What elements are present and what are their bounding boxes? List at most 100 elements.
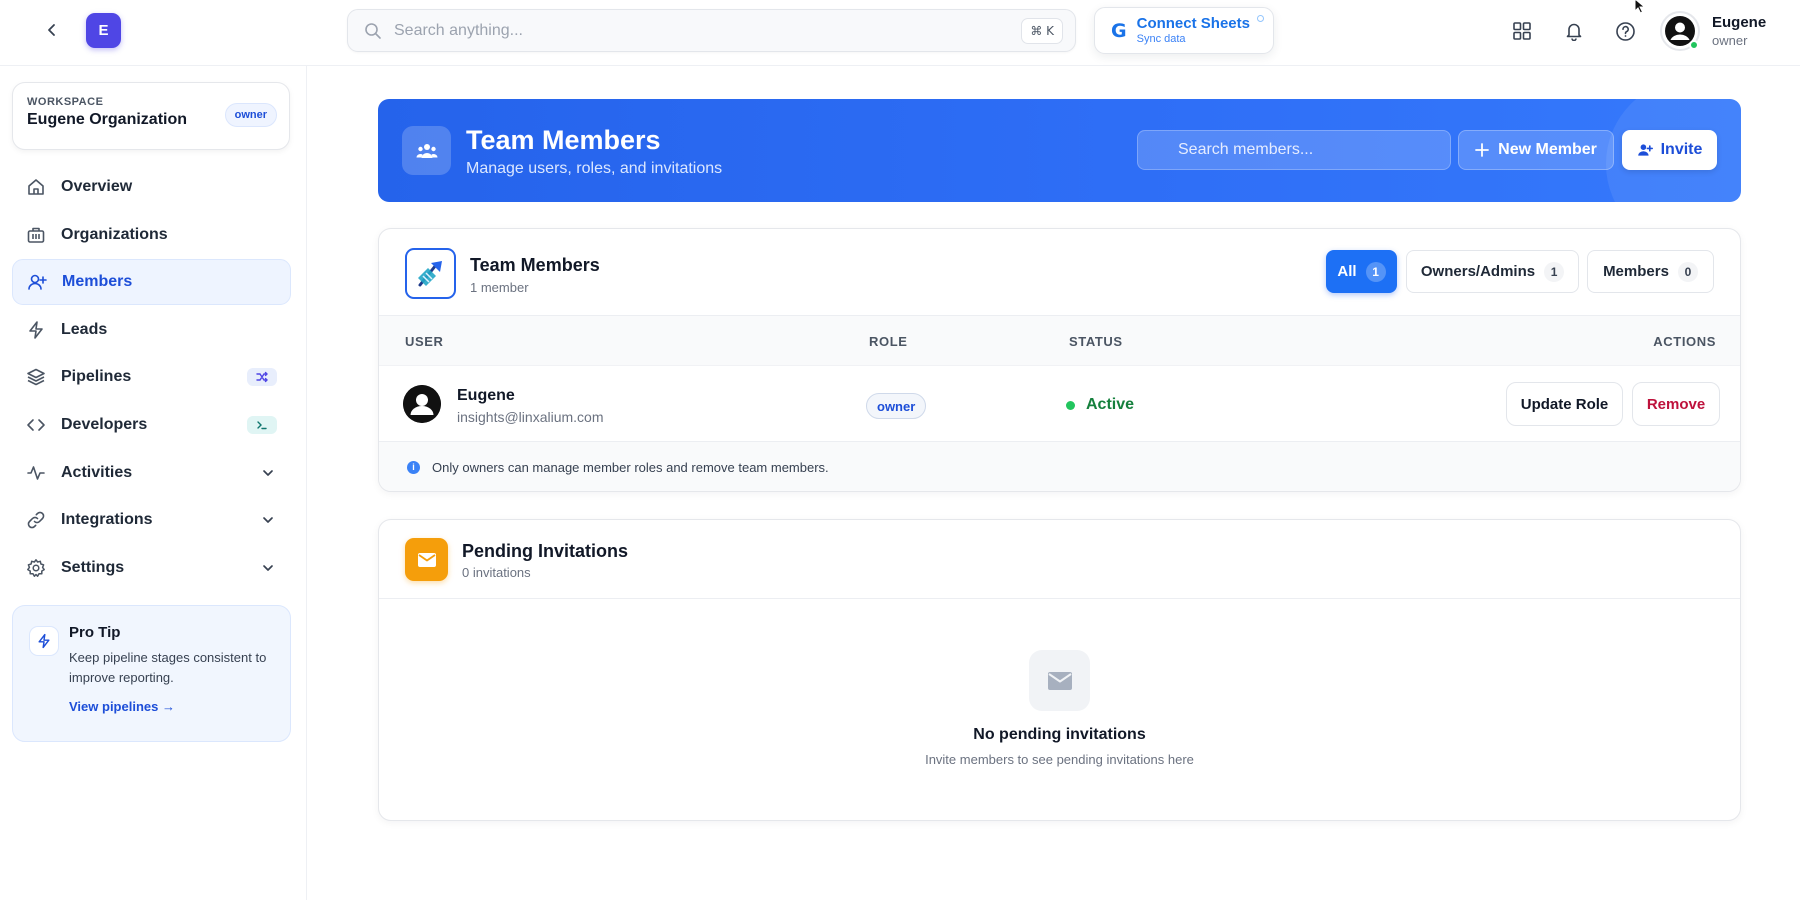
new-member-button[interactable]: New Member	[1458, 130, 1614, 170]
filter-all-button[interactable]: All 1	[1326, 250, 1397, 293]
pro-tip-card: Pro Tip Keep pipeline stages consistent …	[12, 605, 291, 742]
invite-label: Invite	[1660, 141, 1703, 158]
terminal-icon	[247, 415, 277, 434]
user-avatar-icon	[403, 385, 441, 423]
column-header-user: USER	[405, 334, 444, 349]
members-card-title: Team Members	[470, 255, 600, 275]
sidebar-item-integrations[interactable]: Integrations	[12, 497, 291, 543]
sidebar-item-label: Organizations	[61, 225, 168, 243]
members-card-header: Team Members 1 member All 1 Owners/Admin…	[379, 229, 1740, 316]
filter-owners-admins-button[interactable]: Owners/Admins 1	[1406, 250, 1579, 293]
top-bar: E ⌘ K G Connect Sheets Sync data	[0, 0, 1800, 66]
filter-label: Owners/Admins	[1420, 263, 1536, 280]
mouse-cursor-icon	[1634, 0, 1646, 14]
sidebar-item-label: Activities	[61, 463, 133, 481]
sidebar-item-label: Pipelines	[61, 368, 132, 386]
invite-button[interactable]: Invite	[1622, 130, 1717, 170]
filter-members-button[interactable]: Members 0	[1587, 250, 1714, 293]
sidebar-item-members[interactable]: Members	[12, 259, 291, 306]
chevron-down-icon	[261, 561, 275, 575]
connect-sheets-button[interactable]: G Connect Sheets Sync data	[1094, 7, 1274, 54]
gear-icon	[25, 557, 47, 579]
avatar	[403, 385, 441, 423]
invitations-count: 0 invitations	[462, 565, 531, 580]
plus-icon	[1475, 143, 1490, 157]
connect-sheets-subtitle: Sync data	[1136, 33, 1186, 45]
bolt-icon	[29, 626, 59, 656]
role-badge: owner	[866, 393, 927, 419]
help-icon	[1615, 21, 1636, 42]
table-row: Eugene insights@linxalium.com owner Acti…	[379, 366, 1740, 442]
layers-icon	[25, 366, 47, 388]
online-status-dot	[1689, 40, 1699, 50]
sidebar-item-label: Members	[62, 273, 133, 291]
user-plus-icon	[1637, 142, 1653, 158]
app-logo[interactable]: E	[86, 13, 121, 48]
permissions-note-text: Only owners can manage member roles and …	[432, 459, 829, 475]
filter-label: All	[1337, 263, 1357, 280]
search-icon	[364, 22, 382, 40]
sidebar-item-leads[interactable]: Leads	[12, 307, 291, 353]
members-count: 1 member	[470, 280, 529, 295]
sidebar-item-developers[interactable]: Developers	[12, 402, 291, 448]
sidebar-item-organizations[interactable]: Organizations	[12, 212, 291, 258]
pending-invitations-card: Pending Invitations 0 invitations No pen…	[378, 519, 1741, 821]
sidebar-item-label: Overview	[61, 178, 133, 195]
status-label: Active	[1086, 396, 1135, 413]
notifications-button[interactable]	[1559, 16, 1589, 46]
chevron-down-icon	[261, 466, 275, 480]
global-search-input[interactable]	[394, 21, 1022, 40]
team-icon	[402, 126, 451, 175]
page-header-banner: Team Members Manage users, roles, and in…	[378, 99, 1741, 202]
page-subtitle: Manage users, roles, and invitations	[466, 160, 723, 177]
remove-member-button[interactable]: Remove	[1632, 382, 1720, 426]
sidebar-item-label: Settings	[61, 558, 125, 576]
link-icon	[25, 509, 47, 531]
member-name: Eugene	[457, 387, 515, 404]
sidebar-item-activities[interactable]: Activities	[12, 450, 291, 496]
sidebar-item-settings[interactable]: Settings	[12, 545, 291, 591]
sidebar-nav: Overview Organizations Members Leads Pip…	[12, 164, 291, 592]
info-icon: i	[407, 460, 420, 474]
new-member-label: New Member	[1498, 141, 1597, 158]
update-role-button[interactable]: Update Role	[1506, 382, 1623, 426]
status-badge: Active	[1066, 396, 1134, 414]
sidebar-item-overview[interactable]: Overview	[12, 164, 291, 210]
code-icon	[25, 414, 47, 436]
apps-grid-button[interactable]	[1507, 16, 1537, 46]
sidebar-item-label: Integrations	[61, 511, 153, 529]
user-plus-icon	[26, 271, 48, 293]
permissions-note: i Only owners can manage member roles an…	[379, 442, 1740, 491]
back-button[interactable]	[38, 16, 66, 44]
shuffle-icon	[247, 368, 277, 387]
user-menu[interactable]: Eugene owner	[1660, 9, 1782, 53]
member-email: insights@linxalium.com	[457, 409, 604, 425]
status-dot-icon	[1257, 15, 1264, 22]
building-icon	[25, 224, 47, 246]
search-shortcut-hint: ⌘ K	[1021, 17, 1063, 44]
workspace-role-badge: owner	[224, 103, 277, 127]
google-logo-icon: G	[1111, 19, 1127, 42]
connect-sheets-title: Connect Sheets	[1136, 15, 1250, 32]
sidebar: WORKSPACE Eugene Organization owner Over…	[0, 66, 307, 900]
user-role: owner	[1712, 33, 1748, 48]
back-icon	[44, 22, 60, 38]
team-members-card: Team Members 1 member All 1 Owners/Admin…	[378, 228, 1741, 492]
column-header-role: ROLE	[869, 334, 908, 349]
help-button[interactable]	[1610, 16, 1640, 46]
mail-icon	[405, 538, 448, 581]
sidebar-item-label: Developers	[61, 415, 148, 433]
team-logo-icon	[405, 248, 456, 299]
member-search-input[interactable]	[1138, 131, 1450, 169]
sidebar-item-pipelines[interactable]: Pipelines	[12, 354, 291, 400]
user-name: Eugene	[1712, 14, 1767, 31]
filter-count-badge: 0	[1677, 261, 1698, 282]
member-search	[1137, 130, 1451, 170]
invitations-card-title: Pending Invitations	[462, 541, 629, 561]
invitations-card-header: Pending Invitations 0 invitations	[379, 520, 1740, 599]
bolt-icon	[25, 319, 47, 341]
workspace-switcher[interactable]: WORKSPACE Eugene Organization owner	[12, 82, 290, 150]
view-pipelines-link[interactable]: View pipelines →	[69, 699, 175, 714]
empty-state-title: No pending invitations	[973, 726, 1146, 743]
global-search: ⌘ K	[347, 9, 1076, 52]
